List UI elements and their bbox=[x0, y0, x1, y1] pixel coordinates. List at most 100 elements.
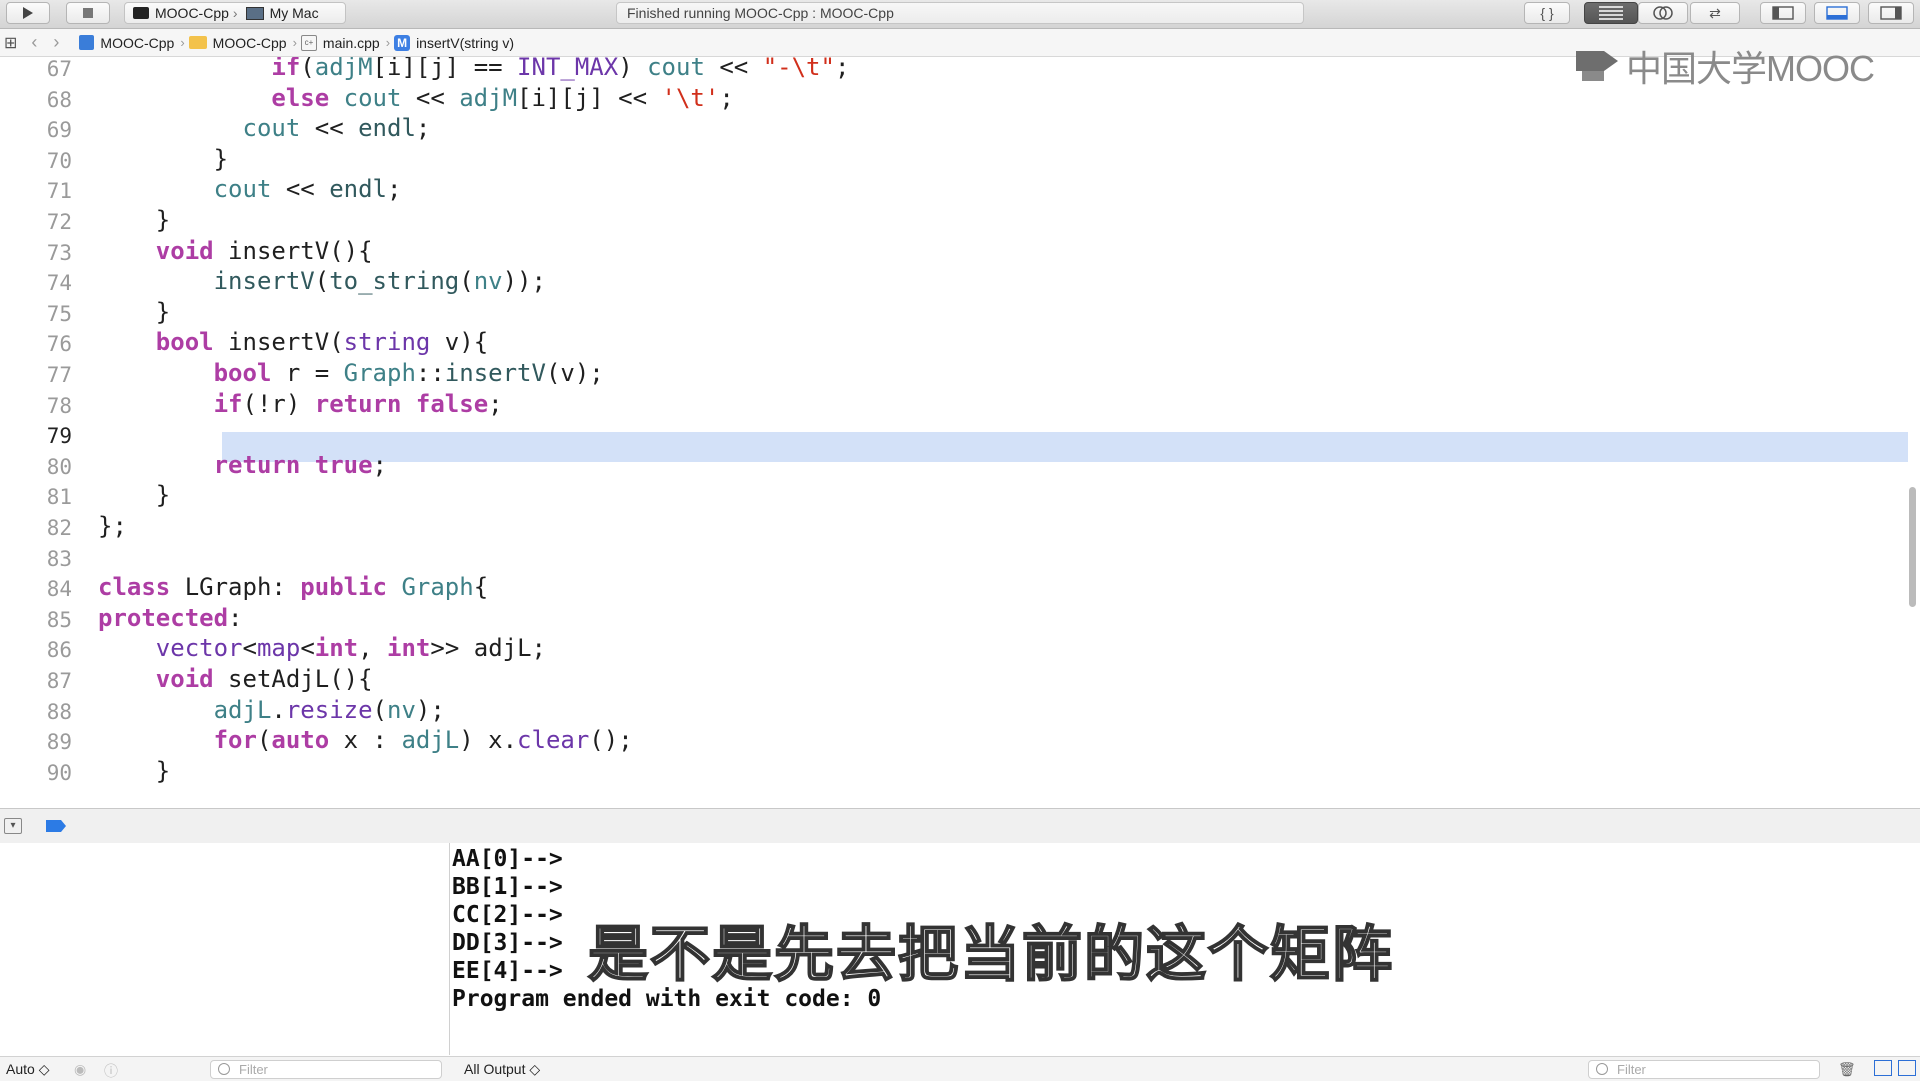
assistant-editor-button[interactable] bbox=[1638, 2, 1688, 24]
scheme-selector[interactable]: MOOC-Cpp › My Mac bbox=[124, 2, 346, 24]
video-subtitle: 是不是先去把当前的这个矩阵 bbox=[587, 919, 1394, 991]
utilities-toggle[interactable] bbox=[1868, 2, 1914, 24]
line-number[interactable]: 77 bbox=[0, 363, 72, 387]
line-number[interactable]: 80 bbox=[0, 455, 72, 479]
run-button[interactable] bbox=[6, 2, 50, 24]
code-token: : bbox=[228, 604, 243, 632]
scheme-target: MOOC-Cpp bbox=[155, 5, 229, 21]
breadcrumb-folder[interactable]: MOOC-Cpp bbox=[188, 35, 287, 51]
code-token: Graph bbox=[343, 359, 416, 387]
back-icon[interactable]: ‹ bbox=[31, 32, 37, 53]
line-number[interactable]: 78 bbox=[0, 394, 72, 418]
line-number[interactable]: 68 bbox=[0, 88, 72, 112]
trash-icon[interactable]: 🗑 bbox=[1838, 1061, 1856, 1078]
code-token: >> adjL; bbox=[430, 634, 546, 662]
line-number[interactable]: 84 bbox=[0, 577, 72, 601]
forward-icon[interactable]: › bbox=[53, 32, 59, 53]
line-number[interactable]: 81 bbox=[0, 485, 72, 509]
code-token: cout bbox=[242, 114, 301, 142]
related-items-icon[interactable]: ⊞ bbox=[4, 33, 17, 53]
filter-icon bbox=[218, 1063, 230, 1075]
stop-button[interactable] bbox=[66, 2, 110, 24]
line-number[interactable]: 67 bbox=[0, 57, 72, 81]
navigator-toggle[interactable] bbox=[1760, 2, 1806, 24]
code-token: < bbox=[242, 634, 257, 662]
line-number[interactable]: 89 bbox=[0, 730, 72, 754]
breadcrumb-symbol[interactable]: M insertV(string v) bbox=[394, 34, 514, 51]
code-editor[interactable]: 67 68 69 70 71 72 73 74 75 76 77 78 79 80 81 82 83 84 85 86… bbox=[0, 57, 1920, 807]
code-token: } bbox=[98, 757, 171, 785]
hide-debug-area-button[interactable]: ▾ bbox=[4, 818, 22, 834]
line-number[interactable]: 86 bbox=[0, 638, 72, 662]
watermark: 中国大学MOOC bbox=[1574, 44, 1875, 89]
breadcrumb-file[interactable]: c+ main.cpp bbox=[300, 34, 380, 51]
line-number[interactable]: 73 bbox=[0, 241, 72, 265]
line-number[interactable]: 83 bbox=[0, 547, 72, 571]
eye-icon[interactable]: ◉ bbox=[74, 1061, 86, 1078]
code-token: insertV( bbox=[213, 328, 344, 356]
line-number[interactable]: 88 bbox=[0, 700, 72, 724]
code-token: '\t' bbox=[661, 84, 720, 112]
code-line: else cout << adjM[i][j] << '\t'; bbox=[98, 84, 733, 112]
console-line: BB[1]--> bbox=[452, 874, 563, 900]
variables-view bbox=[0, 843, 450, 1055]
chevron-right-icon: › bbox=[292, 35, 297, 50]
standard-editor-button[interactable] bbox=[1584, 2, 1638, 24]
split-left-icon[interactable] bbox=[1874, 1060, 1892, 1076]
editor-scrollbar[interactable] bbox=[1909, 487, 1916, 607]
breadcrumb-project[interactable]: MOOC-Cpp bbox=[79, 35, 174, 51]
line-number[interactable]: 74 bbox=[0, 271, 72, 295]
code-token: public bbox=[300, 573, 387, 601]
code-line: cout << endl; bbox=[98, 175, 402, 203]
line-number[interactable]: 82 bbox=[0, 516, 72, 540]
line-number[interactable]: 71 bbox=[0, 179, 72, 203]
code-token: [i][j] == bbox=[372, 57, 518, 81]
line-number[interactable]: 85 bbox=[0, 608, 72, 632]
code-token: LGraph: bbox=[170, 573, 301, 601]
code-line: cout << endl; bbox=[98, 114, 431, 142]
line-number[interactable]: 76 bbox=[0, 332, 72, 356]
filter-icon bbox=[1596, 1063, 1608, 1075]
breadcrumb-file-label: main.cpp bbox=[322, 34, 380, 51]
code-token: . bbox=[271, 696, 286, 724]
code-snippet-button[interactable]: { } bbox=[1524, 2, 1570, 24]
code-token: (v); bbox=[545, 359, 604, 387]
mac-icon bbox=[245, 6, 264, 20]
code-line: } bbox=[98, 145, 228, 173]
breakpoints-toggle-icon[interactable] bbox=[46, 820, 66, 832]
code-token: return bbox=[314, 390, 402, 418]
code-line: } bbox=[98, 298, 170, 326]
code-token: ( bbox=[314, 267, 330, 295]
output-scope-selector[interactable]: All Output ◇ bbox=[464, 1061, 540, 1078]
split-right-icon[interactable] bbox=[1898, 1060, 1916, 1076]
line-number[interactable]: 90 bbox=[0, 761, 72, 785]
console-filter-input[interactable]: Filter bbox=[1588, 1060, 1820, 1079]
code-token: cout bbox=[647, 57, 705, 81]
debug-area-toggle[interactable] bbox=[1814, 2, 1860, 24]
line-number[interactable]: 87 bbox=[0, 669, 72, 693]
version-editor-button[interactable]: ⇄ bbox=[1690, 2, 1740, 24]
info-icon[interactable]: ⓘ bbox=[104, 1061, 118, 1081]
code-token: ; bbox=[488, 390, 503, 418]
variables-filter-input[interactable]: Filter bbox=[210, 1060, 442, 1079]
code-token: ; bbox=[372, 451, 387, 479]
code-token: ( bbox=[256, 726, 272, 754]
line-number[interactable]: 75 bbox=[0, 302, 72, 326]
code-line: adjL.resize(nv); bbox=[98, 696, 445, 724]
line-number[interactable]: 70 bbox=[0, 149, 72, 173]
line-number[interactable]: 79 bbox=[0, 424, 72, 448]
code-token: (); bbox=[589, 726, 633, 754]
code-line: vector<map<int, int>> adjL; bbox=[98, 634, 546, 662]
line-number[interactable]: 69 bbox=[0, 118, 72, 142]
code-token: << bbox=[401, 84, 460, 112]
auto-scope-selector[interactable]: Auto ◇ bbox=[6, 1061, 49, 1078]
stop-icon bbox=[83, 8, 93, 18]
line-number[interactable]: 72 bbox=[0, 210, 72, 234]
code-line: if(adjM[i][j] == INT_MAX) cout << "-\t"; bbox=[98, 57, 849, 81]
